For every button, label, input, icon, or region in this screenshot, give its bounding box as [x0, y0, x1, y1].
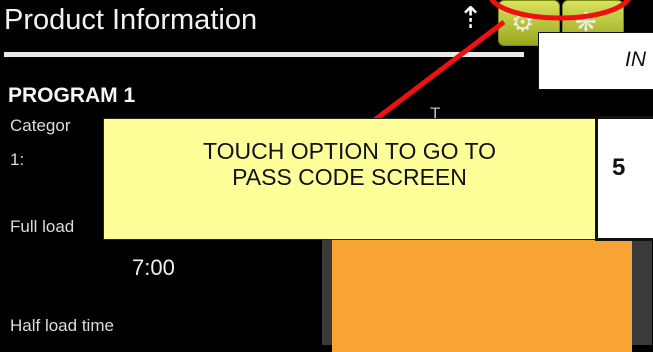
callout-text: TOUCH OPTION TO GO TO PASS CODE SCREEN	[202, 138, 497, 191]
step-number: 5	[612, 154, 626, 181]
highlight-circle	[489, 0, 631, 21]
instruction-text: IN	[625, 48, 646, 71]
arrow-line	[370, 20, 506, 124]
